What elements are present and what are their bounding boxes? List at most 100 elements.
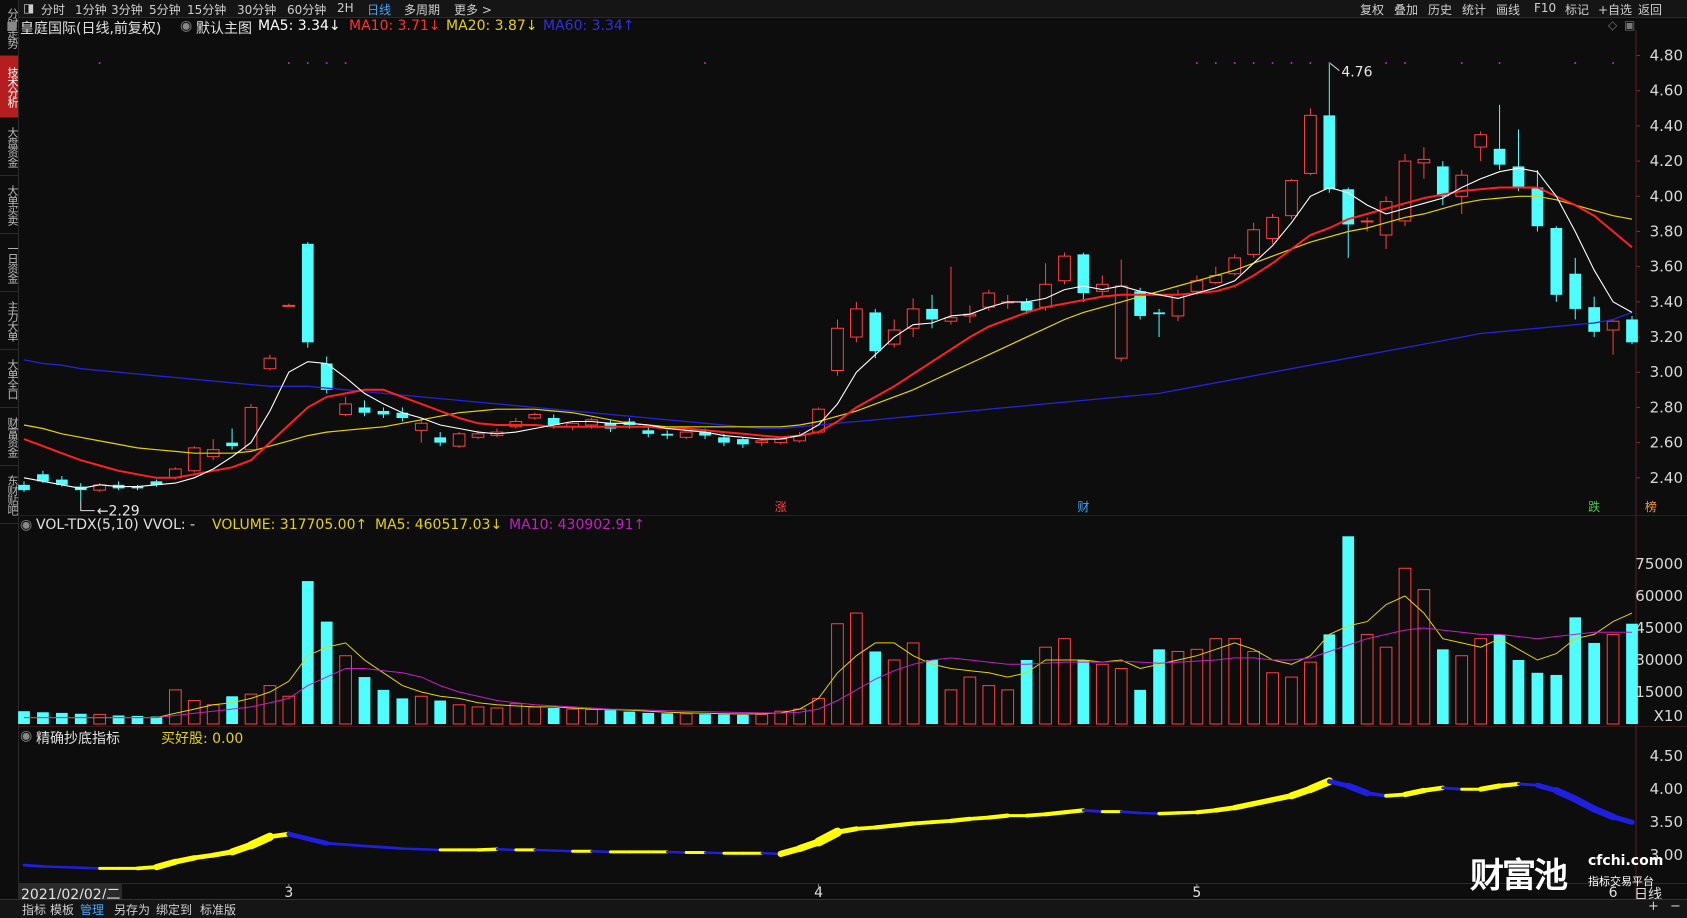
indicator-segment [1138, 811, 1161, 815]
price-axis-label: 3.40 [1650, 293, 1683, 311]
event-dot [1271, 62, 1274, 64]
indicator-segment [401, 847, 423, 851]
candle-body [1436, 166, 1449, 197]
candle-body [1606, 320, 1620, 331]
candle-body [944, 317, 958, 322]
indicator-segment [1441, 786, 1464, 791]
crosshair-date-label: 2021/02/02/二 [19, 884, 123, 903]
volume-bar [944, 689, 958, 725]
event-dot [704, 62, 707, 64]
candle-body [358, 407, 371, 413]
volume-bar [320, 621, 333, 724]
low-marker [80, 500, 95, 512]
candle-body [718, 437, 730, 443]
volume-bar [396, 698, 409, 724]
volume-bar [585, 708, 598, 725]
volume-bar [1228, 638, 1242, 725]
candle-body [642, 430, 655, 434]
volume-bar [1285, 676, 1298, 725]
indicator-segment [325, 841, 348, 847]
volume-bar [1455, 655, 1469, 725]
candle-body [263, 357, 277, 370]
volume-bar [1398, 567, 1412, 725]
candle-body [226, 442, 238, 447]
volume-bar [737, 714, 749, 724]
candle-body [528, 413, 542, 419]
bottom-toolbar: 指标 模板 管理 另存为 绑定到 标准版 [0, 899, 1687, 918]
candle-body [1285, 179, 1298, 217]
candle-body [1626, 319, 1638, 343]
indicator-segment [892, 821, 916, 828]
event-dot [344, 62, 347, 64]
indicator-segment [1365, 791, 1388, 798]
indicator-segment [1345, 782, 1371, 797]
volume-bar [112, 715, 125, 724]
ind-axis-label: 4.00 [1650, 780, 1683, 798]
event-dot [1214, 62, 1217, 64]
low-price-label: ←2.29 [97, 504, 140, 520]
bottom-tab-1[interactable]: 模板 [50, 901, 74, 918]
event-dot [1574, 62, 1577, 64]
event-dot [1403, 62, 1406, 64]
price-axis-label: 2.80 [1650, 398, 1683, 416]
volume-bar [1134, 689, 1147, 724]
watermark-site: cfchi.com [1588, 853, 1664, 869]
candle-body [1114, 285, 1128, 359]
volume-bar [55, 712, 68, 724]
indicator-segment [267, 831, 292, 840]
candle-body [1531, 187, 1544, 227]
volume-bar [623, 711, 636, 724]
volume-bar [434, 700, 447, 724]
event-dot [325, 62, 328, 64]
volume-bar [982, 685, 996, 725]
vol-axis-label: 30000 [1635, 651, 1683, 669]
volume-bar [906, 642, 920, 725]
volume-bar [358, 677, 371, 724]
indicator-segment [1384, 792, 1407, 798]
volume-bar [1436, 649, 1449, 724]
indicator-segment [363, 844, 385, 849]
volume-bar [37, 712, 49, 724]
volume-bar [301, 581, 314, 724]
candle-body [1323, 115, 1336, 190]
candle-body [1039, 283, 1052, 308]
candle-body [1569, 273, 1582, 309]
candle-body [452, 433, 466, 447]
event-mark-3: 榜 [1645, 499, 1657, 514]
indicator-segment [967, 815, 991, 821]
event-dot [1233, 62, 1236, 64]
indicator-segment [60, 865, 82, 869]
indicator-segment [930, 818, 953, 825]
volume-bar [226, 696, 238, 724]
candle-body [414, 422, 428, 431]
candle-body [301, 243, 314, 343]
zoom-out-icon[interactable]: − [1670, 899, 1681, 914]
watermark-brand: 财富池 [1470, 856, 1568, 896]
indicator-segment [1081, 808, 1104, 814]
volume-bar [1095, 663, 1109, 725]
indicator-segment [382, 845, 404, 850]
volume-bar [1058, 638, 1071, 725]
bottom-tab-5[interactable]: 标准版 [200, 901, 236, 918]
price-axis-label: 4.20 [1650, 152, 1683, 170]
volume-bar [1606, 633, 1620, 725]
candle-body [1550, 227, 1563, 295]
price-axis-label: 2.60 [1650, 434, 1683, 452]
candle-body [471, 433, 485, 438]
bottom-tab-4[interactable]: 绑定到 [156, 901, 192, 918]
event-dot [306, 62, 309, 64]
zoom-in-icon[interactable]: + [1648, 899, 1659, 914]
bottom-tab-2[interactable]: 管理 [80, 901, 104, 918]
volume-bar [1114, 668, 1128, 725]
volume-bar [509, 703, 523, 725]
indicator-segment [1250, 797, 1276, 807]
volume-bar [566, 708, 579, 725]
candle-body [926, 308, 938, 320]
bottom-tab-3[interactable]: 另存为 [114, 901, 150, 918]
bottom-tab-0[interactable]: 指标 [22, 901, 46, 918]
candle-body [1020, 301, 1033, 311]
candle-body [661, 433, 674, 436]
volume-bar [869, 651, 882, 724]
chart-canvas[interactable]: 4.80 4.60 4.40 4.20 4.00 3.80 3.60 3.40 3.20 3.00… [0, 0, 1687, 917]
volume-bar [1512, 660, 1525, 724]
